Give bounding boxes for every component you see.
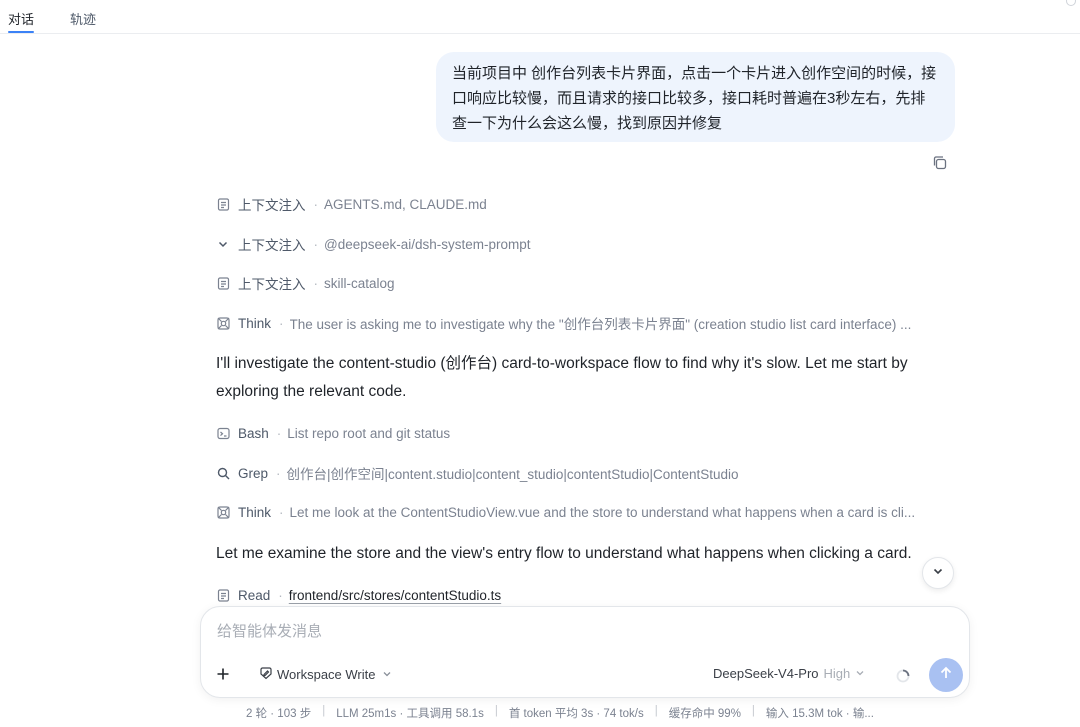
step-bash[interactable]: Bash · List repo root and git status — [216, 423, 450, 443]
step-label: 上下文注入 — [238, 238, 306, 253]
model-name: DeepSeek-V4-Pro — [713, 666, 819, 681]
step-label: Think — [238, 504, 272, 520]
step-label: Think — [238, 315, 272, 331]
assistant-message: I'll investigate the content-studio (创作台… — [216, 355, 908, 400]
arrow-up-icon — [938, 665, 954, 686]
step-detail: AGENTS.md, CLAUDE.md — [324, 196, 487, 212]
step-context-injection-system-prompt[interactable]: 上下文注入 · @deepseek-ai/dsh-system-prompt — [216, 234, 531, 254]
think-icon — [216, 316, 230, 330]
workspace-mode-label: Workspace Write — [277, 667, 376, 682]
step-detail: Let me look at the ContentStudioView.vue… — [289, 504, 916, 520]
status-cache-hit: 缓存命中 99% — [668, 708, 741, 720]
tab-conversation[interactable]: 对话 — [8, 9, 34, 28]
step-think-1[interactable]: Think · The user is asking me to investi… — [216, 313, 956, 333]
step-label: Grep — [238, 465, 269, 481]
chevron-down-icon — [932, 564, 944, 582]
chevron-down-icon[interactable] — [216, 237, 230, 251]
status-bar: 2 轮 · 103 步 | LLM 25m1s · 工具调用 58.1s | 首… — [246, 705, 874, 720]
chevron-down-icon — [855, 666, 865, 681]
step-separator: · — [313, 275, 319, 291]
step-read[interactable]: Read · frontend/src/stores/contentStudio… — [216, 585, 501, 605]
step-label: Read — [238, 587, 271, 603]
file-link[interactable]: frontend/src/stores/contentStudio.ts — [289, 588, 501, 603]
step-separator: · — [313, 196, 319, 212]
user-message-bubble: 当前项目中 创作台列表卡片界面，点击一个卡片进入创作空间的时候，接口响应比较慢，… — [436, 52, 955, 142]
copy-icon[interactable] — [931, 154, 949, 172]
message-input[interactable] — [217, 623, 817, 640]
step-detail: skill-catalog — [324, 275, 395, 291]
step-detail: 创作台|创作空间|content.studio|content_studio|c… — [286, 467, 739, 482]
step-label: Bash — [238, 425, 269, 441]
step-separator: · — [313, 236, 319, 252]
step-detail: @deepseek-ai/dsh-system-prompt — [324, 236, 531, 252]
step-grep[interactable]: Grep · 创作台|创作空间|content.studio|content_s… — [216, 463, 739, 483]
window-corner-icon — [1066, 0, 1076, 6]
think-icon — [216, 505, 230, 519]
document-icon — [216, 276, 230, 290]
scroll-to-bottom-button[interactable] — [922, 557, 954, 589]
step-detail: The user is asking me to investigate why… — [289, 317, 912, 332]
step-context-injection-skill-catalog[interactable]: 上下文注入 · skill-catalog — [216, 273, 395, 293]
status-llm-time: LLM 25m1s · 工具调用 58.1s — [336, 708, 484, 720]
workspace-mode-select[interactable]: Workspace Write — [259, 666, 392, 683]
step-separator: · — [278, 587, 283, 603]
status-turns-steps: 2 轮 · 103 步 — [246, 708, 312, 720]
search-icon — [216, 466, 230, 480]
tab-trajectory[interactable]: 轨迹 — [70, 9, 96, 28]
edit-shield-icon — [259, 666, 273, 683]
step-separator: · — [276, 465, 281, 481]
plus-icon — [216, 667, 230, 686]
send-button[interactable] — [929, 658, 963, 692]
status-first-token: 首 token 平均 3s · 74 tok/s — [508, 708, 644, 720]
step-context-injection-agents[interactable]: 上下文注入 · AGENTS.md, CLAUDE.md — [216, 194, 487, 214]
active-tab-indicator — [8, 31, 34, 33]
model-select[interactable]: DeepSeek-V4-Pro High — [713, 666, 865, 681]
document-icon — [216, 588, 230, 602]
step-separator: · — [279, 315, 284, 331]
step-separator: · — [276, 425, 282, 441]
step-detail: List repo root and git status — [287, 425, 451, 441]
loading-spinner-icon — [896, 669, 910, 683]
tab-bar: 对话 轨迹 — [0, 0, 1080, 34]
step-separator: · — [279, 504, 284, 520]
step-label: 上下文注入 — [238, 277, 306, 292]
chevron-down-icon — [382, 667, 392, 682]
effort-level: High — [823, 666, 851, 681]
assistant-message: Let me examine the store and the view's … — [216, 545, 912, 562]
document-icon — [216, 197, 230, 211]
status-input-tokens: 输入 15.3M tok · 输... — [765, 708, 874, 720]
terminal-icon — [216, 426, 230, 440]
add-attachment-button[interactable] — [210, 663, 236, 689]
message-composer: Workspace Write DeepSeek-V4-Pro High — [200, 606, 970, 698]
step-think-2[interactable]: Think · Let me look at the ContentStudio… — [216, 502, 956, 522]
step-label: 上下文注入 — [238, 198, 306, 213]
